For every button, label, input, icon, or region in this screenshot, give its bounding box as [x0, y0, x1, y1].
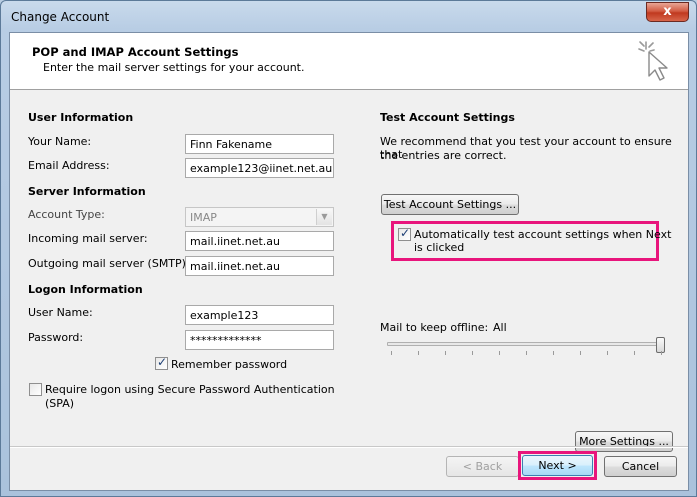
account-type-value: IMAP [190, 211, 217, 224]
mail-offline-slider[interactable] [387, 337, 669, 359]
auto-test-checkbox[interactable] [398, 226, 411, 241]
slider-tick [607, 351, 608, 355]
user-name-field[interactable]: example123 [185, 305, 334, 325]
password-field[interactable]: ************* [185, 330, 334, 350]
change-account-dialog: Change Account x POP and IMAP Account Se… [0, 0, 697, 497]
user-info-heading: User Information [28, 111, 134, 124]
auto-test-label-line2: is clicked [414, 241, 465, 254]
email-address-label: Email Address: [28, 159, 110, 172]
footer-divider-highlight [10, 447, 688, 448]
more-settings-button[interactable]: More Settings ... [575, 431, 673, 452]
test-description-line2: the entries are correct. [380, 149, 507, 162]
remember-password-checkbox[interactable] [155, 355, 168, 370]
slider-tick [661, 351, 662, 355]
chevron-down-icon: ▼ [316, 209, 332, 225]
incoming-server-label: Incoming mail server: [28, 232, 148, 245]
test-settings-heading: Test Account Settings [380, 111, 515, 124]
slider-tick [499, 351, 500, 355]
spa-label-line1: Require logon using Secure Password Auth… [45, 383, 335, 396]
remember-password-label: Remember password [171, 358, 288, 371]
spa-label-line2: (SPA) [45, 397, 75, 410]
back-button[interactable]: < Back [446, 456, 519, 477]
next-button[interactable]: Next > [522, 455, 593, 476]
your-name-label: Your Name: [28, 135, 92, 148]
cancel-button[interactable]: Cancel [604, 456, 677, 477]
header-panel: POP and IMAP Account Settings Enter the … [10, 33, 688, 90]
server-info-heading: Server Information [28, 185, 146, 198]
logon-info-heading: Logon Information [28, 283, 143, 296]
spa-checkbox[interactable] [29, 383, 42, 396]
cursor-sparkle-icon [638, 41, 668, 81]
slider-track [387, 342, 665, 346]
slider-tick [580, 351, 581, 355]
mail-offline-value: All [493, 321, 507, 334]
password-label: Password: [28, 331, 84, 344]
email-address-field[interactable]: example123@iinet.net.au [185, 158, 334, 178]
slider-tick [634, 351, 635, 355]
slider-tick [445, 351, 446, 355]
slider-tick [418, 351, 419, 355]
mail-offline-label: Mail to keep offline: [380, 321, 489, 334]
auto-test-label-line1: Automatically test account settings when… [414, 228, 672, 241]
account-type-label: Account Type: [28, 208, 105, 221]
dialog-client-area: POP and IMAP Account Settings Enter the … [9, 32, 689, 491]
test-account-settings-button[interactable]: Test Account Settings ... [381, 194, 519, 215]
your-name-field[interactable]: Finn Fakename [185, 134, 334, 154]
header-subtitle: Enter the mail server settings for your … [43, 61, 305, 74]
account-type-select: IMAP ▼ [185, 207, 334, 227]
incoming-server-field[interactable]: mail.iinet.net.au [185, 231, 334, 251]
window-title: Change Account [11, 10, 110, 24]
title-bar: Change Account x [1, 1, 696, 33]
outgoing-server-field[interactable]: mail.iinet.net.au [185, 256, 334, 276]
settings-body: User Information Your Name: Finn Fakenam… [10, 90, 688, 452]
user-name-label: User Name: [28, 306, 93, 319]
close-button[interactable]: x [646, 2, 689, 22]
slider-tick [391, 351, 392, 355]
header-title: POP and IMAP Account Settings [32, 45, 239, 59]
slider-tick [526, 351, 527, 355]
slider-tick [553, 351, 554, 355]
slider-tick [472, 351, 473, 355]
outgoing-server-label: Outgoing mail server (SMTP): [28, 257, 190, 270]
close-icon: x [663, 4, 672, 19]
